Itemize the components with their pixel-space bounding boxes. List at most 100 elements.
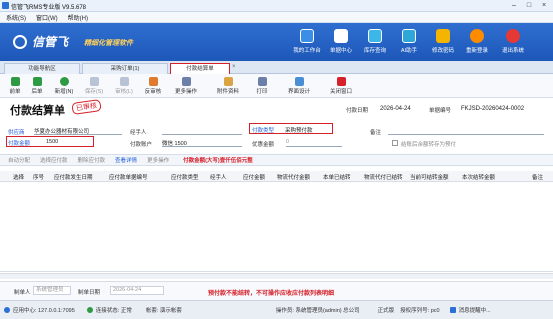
button-label: 后单 bbox=[31, 89, 43, 95]
tool-stock-query[interactable]: 库存查询 bbox=[356, 26, 394, 60]
col-index: 序号 bbox=[33, 175, 45, 181]
handler-field[interactable] bbox=[162, 127, 242, 135]
prev-doc-button[interactable]: 前单 bbox=[4, 76, 26, 96]
handler-label: 经手人 bbox=[130, 130, 147, 136]
maker-label: 制单人 bbox=[14, 290, 31, 296]
tool-label: 修改密码 bbox=[431, 48, 454, 54]
slogan: 精细化管理软件 bbox=[84, 40, 133, 47]
col-payable-amount: 应付金额 bbox=[243, 175, 266, 181]
approved-stamp: 已审核 bbox=[71, 99, 102, 115]
discount-label: 优惠金额 bbox=[252, 142, 275, 148]
layout-icon bbox=[294, 77, 304, 86]
logo-icon bbox=[13, 35, 27, 49]
menu-help[interactable]: 帮助(H) bbox=[68, 13, 88, 22]
unapprove-button[interactable]: 反审核 bbox=[140, 76, 166, 96]
tab-strip: 功能导航区 采购订单(1) 付款结算单 × bbox=[0, 61, 553, 75]
button-label: 反审核 bbox=[144, 89, 162, 95]
button-label: 关闭窗口 bbox=[329, 89, 352, 95]
save-icon bbox=[89, 77, 99, 86]
attachments-button[interactable]: 附件资料 bbox=[212, 76, 244, 96]
save-button[interactable]: 保存(S) bbox=[80, 76, 108, 96]
menu-window[interactable]: 窗口(W) bbox=[36, 13, 58, 22]
button-label: 界面设计 bbox=[287, 89, 310, 95]
close-window-tab-button[interactable]: 关闭窗口 bbox=[324, 76, 358, 96]
monitor-icon bbox=[300, 29, 314, 43]
make-date-field: 2026-04-24 bbox=[110, 286, 164, 295]
plus-icon bbox=[59, 77, 69, 86]
col-payable-docno: 应付款单据编号 bbox=[109, 175, 148, 181]
view-details-button[interactable]: 查看详情 bbox=[115, 156, 137, 164]
next-doc-button[interactable]: 后单 bbox=[26, 76, 48, 96]
auto-allocate-button[interactable]: 自动分配 bbox=[8, 156, 30, 164]
amount-in-words: 付款金额(大写)壹仟伍佰元整 bbox=[183, 158, 253, 164]
printer-icon bbox=[257, 77, 267, 86]
table-body[interactable] bbox=[0, 182, 553, 272]
tool-workbench[interactable]: 我的工作台 bbox=[288, 26, 326, 60]
date-value[interactable]: 2026-04-24 bbox=[380, 106, 411, 112]
ai-icon bbox=[402, 29, 416, 43]
pay-type-value[interactable]: 采购预付款 bbox=[285, 126, 313, 134]
select-payable-button[interactable]: 选择应付款 bbox=[40, 156, 68, 164]
button-label: 保存(S) bbox=[84, 89, 104, 95]
status-operator: 操作员: 系统管理员(admin) 总公司 bbox=[275, 308, 360, 314]
tab-purchase-order[interactable]: 采购订单(1) bbox=[82, 63, 168, 74]
pay-type-label: 付款类型 bbox=[252, 128, 275, 134]
new-button[interactable]: 新增(N) bbox=[50, 76, 78, 96]
date-label: 付款日期 bbox=[346, 108, 369, 114]
col-handler: 经手人 bbox=[210, 175, 227, 181]
minimize-button[interactable]: – bbox=[507, 1, 521, 10]
account-label: 付款账户 bbox=[130, 142, 153, 148]
close-window-button[interactable]: × bbox=[537, 1, 551, 10]
status-bar: 应用中心: 127.0.0.1:7095 连接状态: 正常 帐套: 演示帐套 操… bbox=[0, 300, 553, 319]
status-messages[interactable]: 消息提醒中... bbox=[459, 306, 491, 314]
tool-exit[interactable]: 退出系统 bbox=[494, 26, 532, 60]
connection-icon bbox=[86, 307, 93, 313]
col-payable-type: 应付款类型 bbox=[171, 175, 199, 181]
tool-label: 退出系统 bbox=[501, 48, 524, 54]
horizontal-scrollbar[interactable] bbox=[0, 273, 553, 279]
tool-label: 库存查询 bbox=[363, 48, 386, 54]
approve-button[interactable]: 审核(L) bbox=[110, 76, 138, 96]
message-icon bbox=[449, 307, 456, 313]
table-header: 选择 序号 应付款发生日期 应付款单据编号 应付款类型 经手人 应付金额 物流代… bbox=[0, 171, 553, 182]
supplier-field[interactable]: 华夏办公器材有限公司 bbox=[34, 127, 122, 135]
col-payable-date: 应付款发生日期 bbox=[54, 175, 93, 181]
tool-ai-assistant[interactable]: AI助手 bbox=[390, 26, 428, 60]
print-button[interactable]: 打印 bbox=[250, 76, 274, 96]
carryover-checkbox[interactable] bbox=[392, 140, 398, 146]
button-label: 审核(L) bbox=[115, 89, 133, 95]
col-logistics-carried: 物流代付已结转 bbox=[364, 175, 403, 181]
button-label: 新增(N) bbox=[54, 89, 74, 95]
tool-change-password[interactable]: 修改密码 bbox=[424, 26, 462, 60]
supplier-label[interactable]: 供应商 bbox=[8, 128, 25, 136]
carryover-checkbox-label: 结账后余额转存为预付 bbox=[401, 142, 457, 148]
col-this-carryover: 本次结转金额 bbox=[462, 175, 496, 181]
menu-system[interactable]: 系统(S) bbox=[6, 13, 26, 22]
arrow-left-icon bbox=[10, 77, 20, 86]
server-icon bbox=[4, 307, 10, 313]
remark-field[interactable] bbox=[388, 127, 544, 135]
warehouse-icon bbox=[368, 29, 382, 43]
account-field[interactable]: 微信 1500 bbox=[162, 139, 242, 147]
logo-text: 信管飞 bbox=[32, 35, 69, 49]
check-icon bbox=[119, 77, 129, 86]
document-icon bbox=[334, 29, 348, 43]
tool-relogin[interactable]: 重新登录 bbox=[458, 26, 496, 60]
tool-label: 单据中心 bbox=[329, 48, 352, 54]
make-date-label: 制单日期 bbox=[78, 290, 101, 296]
tool-doc-center[interactable]: 单据中心 bbox=[322, 26, 360, 60]
power-icon bbox=[506, 29, 520, 43]
status-edition: 正式版 bbox=[377, 308, 395, 314]
tool-label: 重新登录 bbox=[465, 48, 488, 54]
close-tab-icon[interactable]: × bbox=[232, 64, 236, 70]
amount-value[interactable]: 1500 bbox=[46, 139, 58, 145]
maximize-button[interactable]: □ bbox=[522, 1, 536, 10]
delete-payable-button[interactable]: 删除应付款 bbox=[78, 156, 106, 164]
more-detail-actions-button[interactable]: 更多操作 bbox=[147, 156, 169, 164]
app-icon bbox=[2, 2, 9, 9]
doc-no-value[interactable]: FKJSD-20260424-0002 bbox=[461, 106, 524, 112]
discount-field[interactable]: 0 bbox=[286, 139, 342, 147]
tab-navigation[interactable]: 功能导航区 bbox=[4, 63, 80, 74]
ui-design-button[interactable]: 界面设计 bbox=[282, 76, 316, 96]
more-actions-button[interactable]: 更多操作 bbox=[168, 76, 204, 96]
